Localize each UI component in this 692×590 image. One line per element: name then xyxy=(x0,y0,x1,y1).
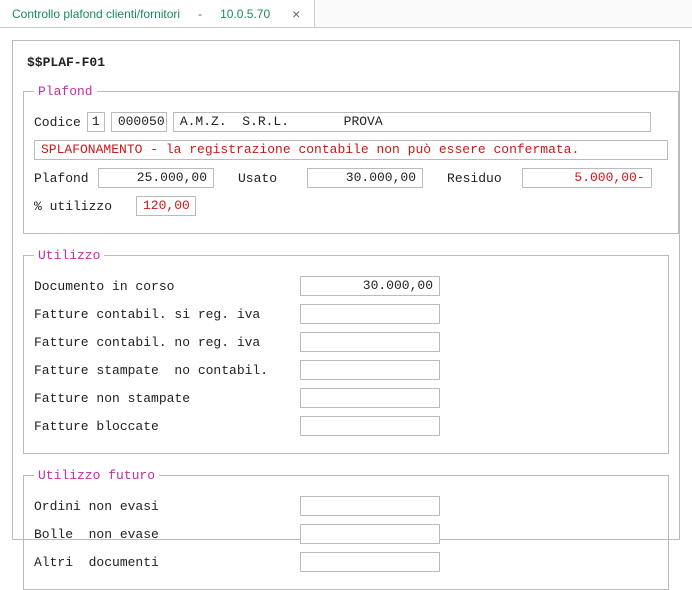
tab-active[interactable]: Controllo plafond clienti/fornitori - 10… xyxy=(0,0,315,27)
tab-sep: - xyxy=(198,7,202,21)
plafond-value: 25.000,00 xyxy=(98,168,214,188)
screen-id: $$PLAF-F01 xyxy=(27,55,669,70)
usato-label: Usato xyxy=(238,171,277,186)
pct-value: 120,00 xyxy=(136,196,196,216)
warning-field: SPLAFONAMENTO - la registrazione contabi… xyxy=(34,140,668,160)
residuo-label: Residuo xyxy=(447,171,502,186)
usato-value: 30.000,00 xyxy=(307,168,423,188)
fut-value xyxy=(300,524,440,544)
codice-label: Codice xyxy=(34,115,81,130)
util-label: Documento in corso xyxy=(34,279,294,294)
codice-name-field: A.M.Z. S.R.L. PROVA xyxy=(173,112,651,132)
util-label: Fatture contabil. si reg. iva xyxy=(34,307,294,322)
fut-label: Bolle non evase xyxy=(34,527,294,542)
legend-utilizzo: Utilizzo xyxy=(34,248,104,263)
codice-num-field[interactable]: 000050 xyxy=(111,112,167,132)
fut-label: Ordini non evasi xyxy=(34,499,294,514)
tab-version: 10.0.5.70 xyxy=(220,7,270,21)
page-frame: $$PLAF-F01 Plafond Codice 1 000050 A.M.Z… xyxy=(12,40,680,540)
tab-title: Controllo plafond clienti/fornitori xyxy=(12,7,180,21)
legend-futuro: Utilizzo futuro xyxy=(34,468,159,483)
group-plafond: Plafond Codice 1 000050 A.M.Z. S.R.L. PR… xyxy=(23,84,679,234)
fut-label: Altri documenti xyxy=(34,555,294,570)
tab-bar: Controllo plafond clienti/fornitori - 10… xyxy=(0,0,692,28)
util-value: 30.000,00 xyxy=(300,276,440,296)
util-value xyxy=(300,388,440,408)
util-label: Fatture contabil. no reg. iva xyxy=(34,335,294,350)
util-value xyxy=(300,416,440,436)
util-label: Fatture bloccate xyxy=(34,419,294,434)
pct-label: % utilizzo xyxy=(34,199,130,214)
group-futuro: Utilizzo futuro Ordini non evasi Bolle n… xyxy=(23,468,669,590)
fut-value xyxy=(300,496,440,516)
group-utilizzo: Utilizzo Documento in corso 30.000,00 Fat… xyxy=(23,248,669,454)
plafond-label: Plafond xyxy=(34,171,92,186)
util-label: Fatture non stampate xyxy=(34,391,294,406)
codice-type-field[interactable]: 1 xyxy=(87,112,105,132)
util-value xyxy=(300,360,440,380)
residuo-value: 5.000,00- xyxy=(522,168,652,188)
legend-plafond: Plafond xyxy=(34,84,97,99)
fut-value xyxy=(300,552,440,572)
util-value xyxy=(300,304,440,324)
util-value xyxy=(300,332,440,352)
util-label: Fatture stampate no contabil. xyxy=(34,363,294,378)
close-icon[interactable]: × xyxy=(288,6,304,22)
